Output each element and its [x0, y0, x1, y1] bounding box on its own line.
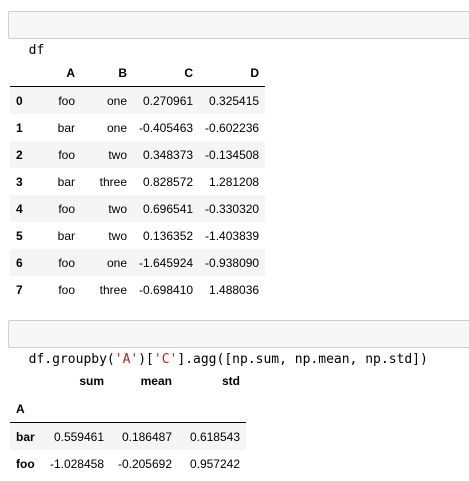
table-row: 6 foo one -1.645924 -0.938090: [10, 249, 266, 276]
column-header-A: A: [33, 59, 81, 87]
table-row: 3 bar three 0.828572 1.281208: [10, 168, 265, 195]
blank-header-cell: [178, 395, 246, 423]
dataframe-output-table: A B C D 0 foo one 0.270961 0.325415 1 bar one -0…: [10, 59, 266, 303]
code-token: )[: [138, 352, 154, 367]
cell-B: two: [81, 195, 133, 222]
index-header-blank: [10, 366, 42, 395]
table-row: bar 0.559461 0.186487 0.618543: [10, 422, 246, 450]
cell-A: foo: [33, 195, 81, 222]
cell-A: bar: [57, 228, 75, 243]
code-cell-1-text: df: [28, 43, 45, 58]
row-index: 1: [16, 120, 23, 135]
row-index: 2: [10, 141, 33, 168]
table-row: 5 bar two 0.136352 -1.403839: [10, 222, 265, 249]
table-row: 2 foo two 0.348373 -0.134508: [10, 141, 266, 168]
column-header-mean: mean: [140, 373, 172, 388]
cell-B: one: [106, 120, 127, 135]
cell-B: one: [81, 249, 133, 276]
cell-B: two: [81, 141, 133, 168]
table-header-row: A B C D: [10, 59, 266, 87]
cell-C: 0.270961: [133, 86, 200, 114]
cell-C: -0.698410: [139, 282, 194, 297]
blank-header-cell: [110, 395, 178, 423]
cell-A: foo: [33, 86, 81, 114]
blank-header-cell: [42, 395, 110, 423]
index-header: [10, 59, 33, 87]
cell-sum: 0.559461: [42, 422, 110, 450]
table-row: 0 foo one 0.270961 0.325415: [10, 86, 266, 114]
cell-D: 0.325415: [199, 86, 266, 114]
row-index: 5: [16, 228, 23, 243]
row-index: 6: [10, 249, 33, 276]
cell-std: 0.618543: [178, 422, 246, 450]
cell-B: one: [81, 86, 133, 114]
cell-C: -0.405463: [139, 120, 194, 135]
column-header-C: C: [133, 59, 200, 87]
table-header-row: sum mean std: [10, 366, 246, 395]
cell-C: 0.348373: [133, 141, 200, 168]
row-index: foo: [10, 450, 42, 477]
code-cell-1-input[interactable]: df: [8, 11, 469, 58]
row-index: 0: [10, 86, 33, 114]
cell-A: foo: [33, 141, 81, 168]
cell-mean: -0.205692: [110, 450, 178, 477]
code-string-token: 'A': [114, 352, 139, 367]
row-index: 3: [16, 174, 23, 189]
row-index: 4: [10, 195, 33, 222]
groupby-agg-output-table: sum mean std A bar 0.559461 0.186487 0.6185…: [10, 366, 246, 477]
cell-B: three: [99, 174, 127, 189]
cell-A: foo: [33, 249, 81, 276]
cell-A: foo: [58, 282, 75, 297]
cell-C: -1.645924: [133, 249, 200, 276]
index-name-row: A: [10, 395, 246, 423]
cell-D: 1.281208: [209, 174, 260, 189]
index-name-A: A: [10, 395, 42, 423]
column-header-std: std: [222, 373, 240, 388]
cell-mean: 0.186487: [110, 422, 178, 450]
code-string-token: 'C': [153, 352, 178, 367]
code-cell-2-text: df.groupby('A')['C'].agg([np.sum, np.mea…: [29, 352, 428, 367]
cell-D: -0.602236: [205, 120, 260, 135]
cell-D: -0.134508: [199, 141, 266, 168]
cell-A: bar: [57, 174, 75, 189]
code-token: df.groupby(: [28, 352, 115, 367]
code-cell-2-input[interactable]: df.groupby('A')['C'].agg([np.sum, np.mea…: [8, 320, 469, 367]
cell-D: -0.938090: [199, 249, 266, 276]
cell-C: 0.828572: [142, 174, 194, 189]
table-row: 1 bar one -0.405463 -0.602236: [10, 114, 265, 141]
cell-C: 0.696541: [133, 195, 200, 222]
column-header-B: B: [81, 59, 133, 87]
cell-C: 0.136352: [142, 228, 194, 243]
cell-D: -1.403839: [205, 228, 260, 243]
cell-std: 0.957242: [178, 450, 246, 477]
cell-sum: -1.028458: [42, 450, 110, 477]
table-row: foo -1.028458 -0.205692 0.957242: [10, 450, 246, 477]
code-token: ].agg([np.sum, np.mean, np.std]): [177, 352, 428, 367]
column-header-sum: sum: [79, 373, 104, 388]
cell-B: two: [108, 228, 127, 243]
column-header-D: D: [199, 59, 266, 87]
table-row: 7 foo three -0.698410 1.488036: [10, 276, 265, 303]
cell-D: 1.488036: [209, 282, 260, 297]
table-row: 4 foo two 0.696541 -0.330320: [10, 195, 266, 222]
cell-D: -0.330320: [199, 195, 266, 222]
row-index: bar: [10, 422, 42, 450]
row-index: 7: [16, 282, 23, 297]
cell-B: three: [99, 282, 127, 297]
cell-A: bar: [57, 120, 75, 135]
